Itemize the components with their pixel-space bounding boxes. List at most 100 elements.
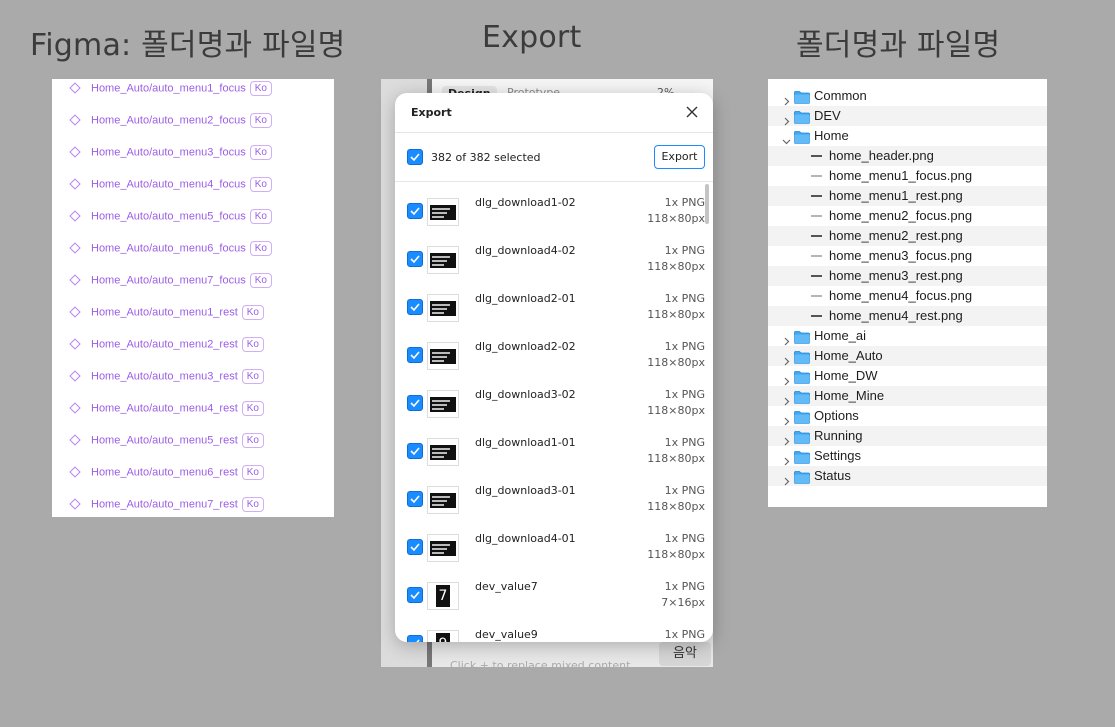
tree-label: Options bbox=[814, 408, 859, 423]
item-size: 118×80px bbox=[647, 260, 705, 273]
item-checkbox[interactable] bbox=[407, 587, 423, 603]
component-row[interactable]: Home_Auto/auto_menu3_focus Ko bbox=[52, 143, 334, 163]
folder-icon bbox=[794, 429, 810, 444]
export-item[interactable]: dlg_download1-02 1x PNG 118×80px bbox=[395, 188, 713, 236]
component-row[interactable]: Home_Auto/auto_menu7_rest Ko bbox=[52, 495, 334, 515]
component-row[interactable]: Home_Auto/auto_menu2_focus Ko bbox=[52, 111, 334, 131]
export-item[interactable]: dlg_download2-02 1x PNG 118×80px bbox=[395, 332, 713, 380]
component-icon bbox=[69, 338, 81, 350]
export-item[interactable]: 9 dev_value9 1x PNG bbox=[395, 620, 713, 642]
item-size: 118×80px bbox=[647, 452, 705, 465]
folder-row[interactable]: Status bbox=[768, 466, 1047, 486]
component-name: Home_Auto/auto_menu4_rest Ko bbox=[91, 401, 264, 416]
folder-row[interactable]: Settings bbox=[768, 446, 1047, 466]
component-row[interactable]: Home_Auto/auto_menu2_rest Ko bbox=[52, 335, 334, 355]
scrollbar[interactable] bbox=[705, 184, 709, 224]
component-row[interactable]: Home_Auto/auto_menu4_focus Ko bbox=[52, 175, 334, 195]
file-row[interactable]: home_menu3_focus.png bbox=[768, 246, 1047, 266]
close-icon[interactable] bbox=[685, 104, 699, 118]
export-item[interactable]: dlg_download3-01 1x PNG 118×80px bbox=[395, 476, 713, 524]
item-checkbox[interactable] bbox=[407, 491, 423, 507]
item-format: 1x PNG bbox=[664, 340, 705, 353]
chevron-right-icon[interactable] bbox=[782, 111, 791, 126]
component-row[interactable]: Home_Auto/auto_menu5_focus Ko bbox=[52, 207, 334, 227]
component-row[interactable]: Home_Auto/auto_menu1_focus Ko bbox=[52, 79, 334, 99]
folder-row[interactable]: Home_DW bbox=[768, 366, 1047, 386]
chevron-right-icon[interactable] bbox=[782, 91, 791, 106]
file-row[interactable]: home_menu4_rest.png bbox=[768, 306, 1047, 326]
item-checkbox[interactable] bbox=[407, 395, 423, 411]
component-name: Home_Auto/auto_menu5_focus Ko bbox=[91, 209, 272, 224]
export-item[interactable]: 7 dev_value7 1x PNG 7×16px bbox=[395, 572, 713, 620]
file-row[interactable]: home_header.png bbox=[768, 146, 1047, 166]
export-item[interactable]: dlg_download2-01 1x PNG 118×80px bbox=[395, 284, 713, 332]
export-button[interactable]: Export bbox=[654, 145, 705, 169]
export-item[interactable]: dlg_download1-01 1x PNG 118×80px bbox=[395, 428, 713, 476]
component-row[interactable]: Home_Auto/auto_menu6_focus Ko bbox=[52, 239, 334, 259]
export-item[interactable]: dlg_download4-02 1x PNG 118×80px bbox=[395, 236, 713, 284]
folder-row[interactable]: Home_Auto bbox=[768, 346, 1047, 366]
file-row[interactable]: home_menu3_rest.png bbox=[768, 266, 1047, 286]
file-row[interactable]: home_menu1_rest.png bbox=[768, 186, 1047, 206]
export-item[interactable]: dlg_download3-02 1x PNG 118×80px bbox=[395, 380, 713, 428]
figma-component-list: Home_Auto/auto_menu1_focus Ko Home_Auto/au… bbox=[52, 79, 334, 517]
component-row[interactable]: Home_Auto/auto_menu1_rest Ko bbox=[52, 303, 334, 323]
component-row[interactable]: Home_Auto/auto_menu4_rest Ko bbox=[52, 399, 334, 419]
item-thumbnail bbox=[427, 390, 459, 418]
component-row[interactable]: Home_Auto/auto_menu3_rest Ko bbox=[52, 367, 334, 387]
folder-row[interactable]: Home bbox=[768, 126, 1047, 146]
folder-row[interactable]: Home_ai bbox=[768, 326, 1047, 346]
component-name: Home_Auto/auto_menu6_focus Ko bbox=[91, 241, 272, 256]
folder-row[interactable]: Home_Mine bbox=[768, 386, 1047, 406]
item-thumbnail bbox=[427, 198, 459, 226]
select-all-checkbox[interactable] bbox=[407, 149, 423, 165]
component-row[interactable]: Home_Auto/auto_menu7_focus Ko bbox=[52, 271, 334, 291]
file-row[interactable]: home_menu2_focus.png bbox=[768, 206, 1047, 226]
file-row[interactable]: home_menu2_rest.png bbox=[768, 226, 1047, 246]
file-icon bbox=[811, 195, 822, 197]
chevron-right-icon[interactable] bbox=[782, 351, 791, 366]
folder-row[interactable]: DEV bbox=[768, 106, 1047, 126]
component-row[interactable]: Home_Auto/auto_menu6_rest Ko bbox=[52, 463, 334, 483]
chevron-right-icon[interactable] bbox=[782, 371, 791, 386]
language-badge: Ko bbox=[249, 177, 272, 192]
chevron-down-icon[interactable] bbox=[782, 131, 791, 145]
file-row[interactable]: home_menu4_focus.png bbox=[768, 286, 1047, 306]
dialog-title: Export bbox=[411, 106, 452, 119]
item-checkbox[interactable] bbox=[407, 251, 423, 267]
item-name: dlg_download4-02 bbox=[475, 244, 576, 257]
item-size: 118×80px bbox=[647, 548, 705, 561]
item-format: 1x PNG bbox=[664, 292, 705, 305]
tree-label: Settings bbox=[814, 448, 861, 463]
component-icon bbox=[69, 370, 81, 382]
chevron-right-icon[interactable] bbox=[782, 331, 791, 346]
item-format: 1x PNG bbox=[664, 388, 705, 401]
file-icon bbox=[811, 215, 822, 217]
language-badge: Ko bbox=[241, 337, 264, 352]
folder-row[interactable]: Common bbox=[768, 86, 1047, 106]
component-icon bbox=[69, 498, 81, 510]
export-item[interactable]: dlg_download4-01 1x PNG 118×80px bbox=[395, 524, 713, 572]
folder-icon bbox=[794, 349, 810, 364]
chevron-right-icon[interactable] bbox=[782, 411, 791, 426]
item-checkbox[interactable] bbox=[407, 299, 423, 315]
tree-label: home_menu3_focus.png bbox=[829, 248, 973, 263]
chevron-right-icon[interactable] bbox=[782, 451, 791, 466]
component-row[interactable]: Home_Auto/auto_menu5_rest Ko bbox=[52, 431, 334, 451]
item-checkbox[interactable] bbox=[407, 443, 423, 459]
item-checkbox[interactable] bbox=[407, 203, 423, 219]
chevron-right-icon[interactable] bbox=[782, 431, 791, 446]
item-checkbox[interactable] bbox=[407, 539, 423, 555]
folder-row[interactable]: Running bbox=[768, 426, 1047, 446]
file-row[interactable]: home_menu1_focus.png bbox=[768, 166, 1047, 186]
item-checkbox[interactable] bbox=[407, 635, 423, 642]
item-checkbox[interactable] bbox=[407, 347, 423, 363]
folder-row[interactable]: Options bbox=[768, 406, 1047, 426]
item-name: dev_value7 bbox=[475, 580, 538, 593]
component-icon bbox=[69, 434, 81, 446]
chevron-right-icon[interactable] bbox=[782, 391, 791, 406]
dialog-header: Export bbox=[395, 93, 713, 133]
text-chip[interactable]: 음악 bbox=[659, 642, 711, 666]
folder-icon bbox=[794, 409, 810, 424]
chevron-right-icon[interactable] bbox=[782, 471, 791, 486]
